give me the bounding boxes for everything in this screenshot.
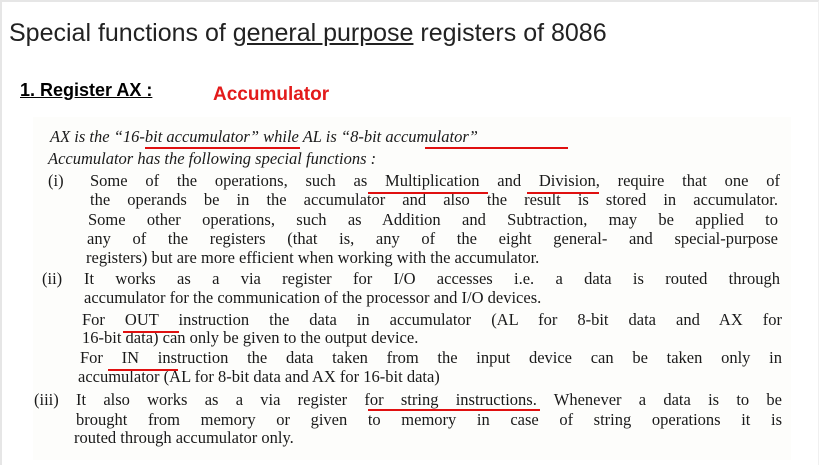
list-number: (i) — [48, 171, 64, 190]
text-line: Some of the operations, such as Multipli… — [90, 171, 780, 190]
red-underline — [368, 192, 488, 194]
list-number: (ii) — [42, 269, 63, 288]
section-subheading: Accumulator — [213, 84, 330, 105]
red-underline — [425, 147, 568, 149]
list-number: (iii) — [34, 390, 59, 409]
text-line: brought from memory or given to memory i… — [76, 410, 782, 429]
text-line: It works as a via register for I/O acces… — [84, 269, 780, 288]
text-line: Accumulator has the following special fu… — [48, 149, 377, 168]
text-line: Some other operations, such as Addition … — [88, 210, 778, 229]
title-text: Special functions of — [9, 19, 233, 47]
title-text-end: registers of 8086 — [413, 19, 607, 47]
red-underline — [108, 369, 178, 371]
red-underline — [368, 409, 540, 411]
text-line: For IN instruction the data taken from t… — [80, 348, 782, 367]
title-underlined-text: general purpose — [232, 19, 414, 47]
text-line: For OUT instruction the data in accumula… — [82, 310, 782, 329]
red-underline — [527, 192, 599, 194]
text-line: It also works as a via register for stri… — [76, 390, 782, 409]
text-line: routed through accumulator only. — [74, 428, 294, 447]
text-line: accumulator for the communication of the… — [84, 288, 542, 307]
section-heading: 1. Register AX : — [20, 80, 153, 100]
text-line: any of the registers (that is, any of th… — [87, 229, 778, 248]
text-line: AX is the “16-bit accumulator” while AL … — [50, 127, 478, 146]
red-underline — [145, 147, 300, 149]
text-line: registers) but are more efficient when w… — [86, 248, 540, 267]
page-title: Special functions of general purpose reg… — [9, 19, 607, 48]
red-underline — [123, 331, 179, 333]
